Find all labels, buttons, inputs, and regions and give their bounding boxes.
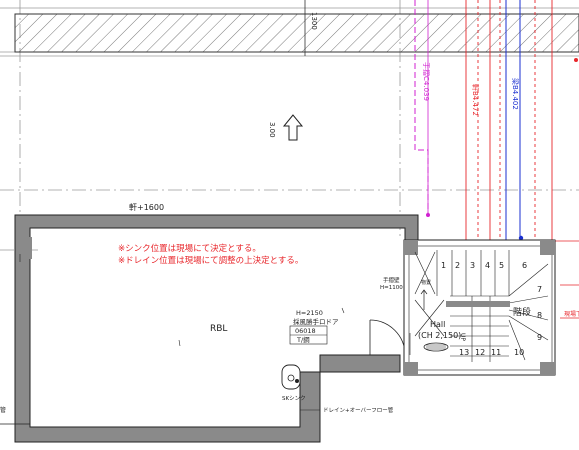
red-line-label: 軒B4.472	[471, 84, 479, 116]
storage-label: 物置	[421, 279, 431, 286]
sink-icon	[281, 364, 301, 390]
stair-step-number: 11	[491, 348, 501, 357]
stair-step-number: 5	[499, 261, 504, 270]
note-drain: ※ドレイン位置は現場にて調整の上決定とする。	[118, 255, 303, 266]
level-markers	[426, 58, 578, 245]
stair-step-number: 9	[537, 333, 542, 342]
up-arrow-icon	[282, 114, 304, 141]
left-edge-tag: 管	[0, 406, 6, 414]
small-marks	[19, 254, 411, 355]
hall-label: Hall	[430, 320, 445, 329]
stair-step-number: 8	[537, 311, 542, 320]
right-edge-tag: 現場下	[564, 310, 579, 318]
magenta-line-label: 手摺C4.039	[422, 62, 431, 101]
up-label: UP	[459, 333, 466, 341]
door-type: 採風勝手ロドア	[293, 317, 339, 326]
blue-line-label: 梁B4.402	[511, 78, 520, 110]
stair-step-number: 4	[485, 261, 490, 270]
note-sink: ※シンク位置は現場にて決定とする。	[118, 243, 261, 254]
door-code: 06018	[295, 327, 316, 335]
drain-pipe-label: ドレイン+オーバーフロー管	[323, 406, 394, 414]
stair-step-number: 3	[470, 261, 475, 270]
stair-step-number: 1	[441, 261, 446, 270]
hall-fixture-icon	[423, 342, 449, 352]
stair-step-number: 10	[514, 348, 524, 357]
stair-step-number: 12	[475, 348, 485, 357]
stair-center-wall	[446, 301, 510, 307]
dim-top-label: 1300	[310, 12, 318, 30]
stair-step-number: 6	[522, 261, 527, 270]
arrow-dim-label: 3.00	[268, 122, 276, 138]
stair-step-number: 2	[455, 261, 460, 270]
ceiling-height-label: (CH 2,150)	[418, 331, 461, 340]
sink-label: SKシンク	[282, 395, 306, 402]
handrail-height-label: H=1100	[380, 285, 403, 291]
floor-plan-drawing: 1300 手摺C4.039 軒B4.472 梁B4.402 3.00 軒+160…	[0, 0, 579, 443]
eave-label: 軒+1600	[129, 203, 164, 212]
stair-step-number: 13	[459, 348, 469, 357]
handrail-wall-label: 手摺壁	[383, 276, 400, 284]
stairs-label: 階段	[513, 306, 531, 318]
door-swing	[369, 319, 406, 356]
door-height: H=2150	[296, 309, 323, 317]
room-rbl-label: RBL	[210, 324, 227, 334]
door-material: T/鋼	[296, 335, 310, 344]
stair-step-number: 7	[537, 285, 542, 294]
